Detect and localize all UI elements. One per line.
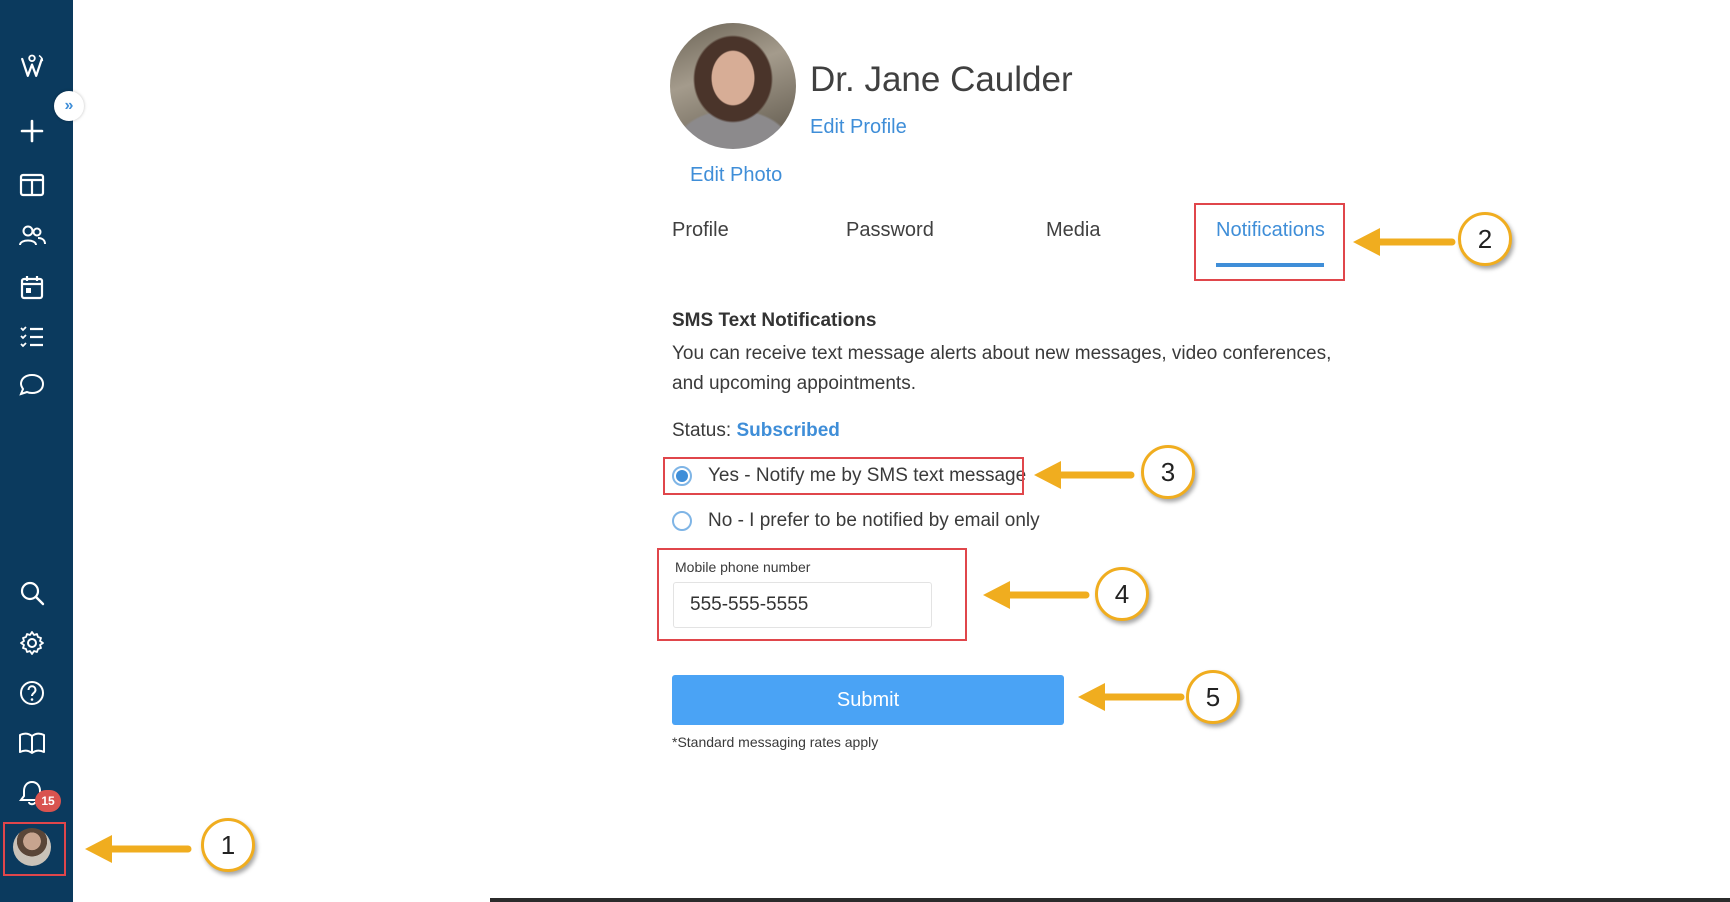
sidebar: » 15	[0, 0, 84, 902]
tab-profile[interactable]: Profile	[672, 219, 729, 242]
arrow-icon-5	[1078, 683, 1185, 711]
status-value: Subscribed	[736, 420, 840, 441]
submit-button[interactable]: Submit	[672, 675, 1064, 725]
help-icon[interactable]	[17, 678, 47, 708]
callout-5: 5	[1186, 670, 1240, 724]
radio-no[interactable]	[672, 511, 692, 531]
profile-photo	[670, 23, 796, 149]
columns-icon[interactable]	[17, 170, 47, 200]
bottom-bar	[490, 898, 1730, 902]
gear-icon[interactable]	[17, 628, 47, 658]
search-icon[interactable]	[17, 578, 47, 608]
calendar-icon[interactable]	[17, 272, 47, 302]
checklist-icon[interactable]	[17, 321, 47, 351]
status-line: Status: Subscribed	[672, 420, 840, 442]
phone-highlight	[657, 548, 967, 641]
edit-photo-link[interactable]: Edit Photo	[690, 164, 782, 187]
profile-name: Dr. Jane Caulder	[810, 60, 1073, 99]
tab-password[interactable]: Password	[846, 219, 934, 242]
arrow-icon-1	[85, 835, 192, 863]
callout-2: 2	[1458, 212, 1512, 266]
fine-print: *Standard messaging rates apply	[672, 734, 879, 750]
notification-badge: 15	[35, 790, 61, 812]
radio-no-label: No - I prefer to be notified by email on…	[708, 510, 1040, 531]
callout-3: 3	[1141, 445, 1195, 499]
callout-1: 1	[201, 818, 255, 872]
arrow-icon-3	[1034, 461, 1135, 489]
sms-no-option[interactable]: No - I prefer to be notified by email on…	[672, 510, 1040, 532]
avatar-highlight	[3, 822, 66, 876]
book-icon[interactable]	[17, 728, 47, 758]
section-description: You can receive text message alerts abou…	[672, 343, 1332, 394]
arrow-icon-2	[1353, 228, 1456, 256]
arrow-icon-4	[983, 581, 1090, 609]
plus-icon[interactable]	[17, 116, 47, 146]
yes-option-highlight	[663, 457, 1024, 495]
notifications-tab-highlight	[1194, 203, 1345, 281]
section-title: SMS Text Notifications	[672, 310, 877, 331]
callout-4: 4	[1095, 567, 1149, 621]
chat-icon[interactable]	[17, 370, 47, 400]
status-label: Status:	[672, 420, 732, 441]
users-icon[interactable]	[17, 221, 47, 251]
expand-sidebar-button[interactable]: »	[54, 91, 84, 121]
edit-profile-link[interactable]: Edit Profile	[810, 116, 907, 139]
logo-icon[interactable]	[12, 46, 52, 86]
tab-media[interactable]: Media	[1046, 219, 1100, 242]
